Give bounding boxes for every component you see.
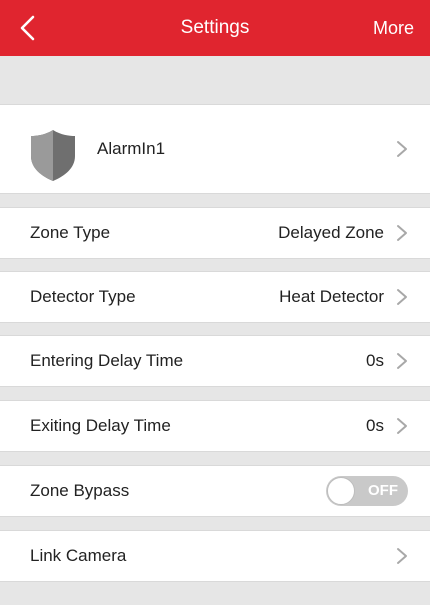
toggle-knob [327,477,355,505]
zone-bypass-label: Zone Bypass [30,481,130,500]
more-button[interactable]: More [373,0,414,56]
chevron-right-icon [396,224,408,242]
settings-screen: Settings More AlarmIn1 Zone Type Delayed… [0,0,430,605]
chevron-right-icon [396,417,408,435]
exiting-delay-value: 0s [366,416,384,435]
exiting-delay-label: Exiting Delay Time [30,416,171,435]
entering-delay-row[interactable]: Entering Delay Time 0s [0,335,430,387]
chevron-right-icon [396,288,408,306]
toggle-state-text: OFF [368,482,398,499]
zone-type-value: Delayed Zone [278,223,384,242]
exiting-delay-row[interactable]: Exiting Delay Time 0s [0,400,430,452]
detector-type-row[interactable]: Detector Type Heat Detector [0,271,430,323]
entering-delay-label: Entering Delay Time [30,351,184,370]
device-row[interactable]: AlarmIn1 [0,104,430,194]
shield-icon [29,128,77,182]
device-name: AlarmIn1 [97,139,166,158]
link-camera-row[interactable]: Link Camera [0,530,430,582]
detector-type-value: Heat Detector [279,287,384,306]
zone-type-row[interactable]: Zone Type Delayed Zone [0,207,430,259]
entering-delay-value: 0s [366,351,384,370]
zone-bypass-row: Zone Bypass OFF [0,465,430,517]
chevron-right-icon [396,140,408,158]
zone-type-label: Zone Type [30,223,111,242]
header-bar: Settings More [0,0,430,56]
detector-type-label: Detector Type [30,287,136,306]
chevron-right-icon [396,352,408,370]
page-title: Settings [180,17,250,38]
chevron-right-icon [396,547,408,565]
link-camera-label: Link Camera [30,546,127,565]
zone-bypass-toggle[interactable]: OFF [326,476,408,506]
